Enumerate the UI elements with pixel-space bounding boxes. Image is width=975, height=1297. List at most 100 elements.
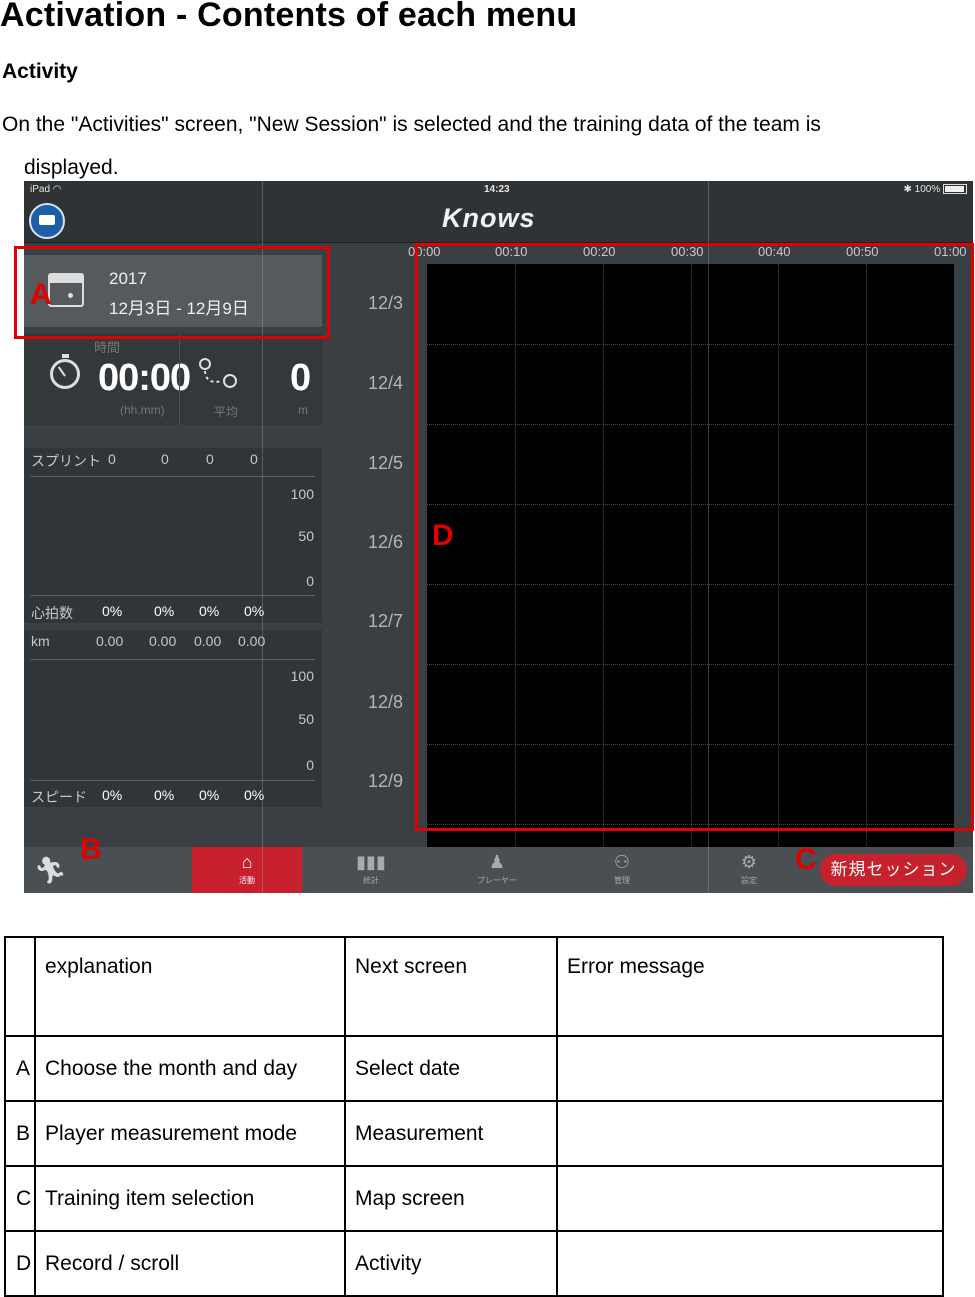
row-label: 12/3 <box>368 293 404 313</box>
axis-tick: 50 <box>298 711 314 727</box>
nav-bar: Knows <box>24 199 973 243</box>
tab-label: 管理 <box>614 876 630 885</box>
header-cell <box>4 936 36 1037</box>
intro-line-1: On the "Activities" screen, "New Session… <box>2 113 821 136</box>
heart-rate-value: 0% <box>102 603 123 619</box>
distance-value: 0 <box>290 357 312 399</box>
header-cell: Error message <box>556 936 944 1037</box>
row-next-screen: Map screen <box>344 1165 558 1232</box>
row-error-message <box>556 1230 944 1297</box>
tab-activity[interactable]: ⌂ 活動 <box>192 847 302 893</box>
row-key: A <box>4 1035 36 1102</box>
axis-tick: 0 <box>306 757 314 773</box>
tab-label: プレーヤー <box>477 876 517 885</box>
summary-stats: 時間 00:00 (hh.mm) 平均 0 m <box>24 333 322 425</box>
tab-label: 設定 <box>741 876 757 885</box>
callout-label-b: B <box>80 833 102 866</box>
row-next-screen: Measurement <box>344 1100 558 1167</box>
tab-settings[interactable]: ⚙ 設定 <box>694 847 804 893</box>
row-label: 12/9 <box>368 771 404 791</box>
row-error-message <box>556 1165 944 1232</box>
sprint-value: 0 <box>206 451 214 467</box>
heart-rate-label: 心拍数 <box>31 605 73 621</box>
row-label: 12/7 <box>368 611 404 631</box>
row-label: 12/5 <box>368 453 404 473</box>
intro-paragraph: On the "Activities" screen, "New Session… <box>2 103 962 189</box>
battery-status: ✱ 100% <box>903 184 967 195</box>
row-key: D <box>4 1230 36 1297</box>
panel-divider <box>31 595 315 596</box>
bar-chart-icon: ▮▮▮ <box>356 852 386 872</box>
km-value: 0.00 <box>149 633 177 649</box>
row-explanation: Training item selection <box>34 1165 346 1232</box>
status-bar: iPad ◠ 14:23 ✱ 100% <box>24 181 973 199</box>
panel-divider <box>31 659 315 660</box>
gear-icon: ⚙ <box>740 852 758 872</box>
row-explanation: Player measurement mode <box>34 1100 346 1167</box>
axis-tick: 0 <box>306 573 314 589</box>
sprint-value: 0 <box>108 451 116 467</box>
table-row: D Record / scroll Activity <box>4 1230 944 1297</box>
table-header-row: explanation Next screen Error message <box>4 936 944 1037</box>
status-time: 14:23 <box>484 184 510 195</box>
row-key: B <box>4 1100 36 1167</box>
table-row: A Choose the month and day Select date <box>4 1035 944 1102</box>
tab-label: 統計 <box>363 876 379 885</box>
runner-icon[interactable]: 🏃︎ <box>34 855 67 886</box>
row-key: C <box>4 1165 36 1232</box>
menu-table: explanation Next screen Error message A … <box>4 936 944 1297</box>
callout-label-a: A <box>30 278 52 311</box>
row-next-screen: Activity <box>344 1230 558 1297</box>
axis-tick: 50 <box>298 528 314 544</box>
stats-divider <box>179 333 180 425</box>
tab-player[interactable]: ♟ プレーヤー <box>442 847 552 893</box>
time-unit: (hh.mm) <box>120 403 165 417</box>
km-panel: km 0.00 0.00 0.00 0.00 100 50 0 スピード 0% … <box>24 630 322 807</box>
km-value: 0.00 <box>194 633 222 649</box>
callout-box-d <box>415 243 974 831</box>
tab-team[interactable]: ⚇ 管理 <box>567 847 677 893</box>
header-cell: explanation <box>34 936 346 1037</box>
speed-value: 0% <box>199 787 220 803</box>
sprint-value: 0 <box>161 451 169 467</box>
row-error-message <box>556 1100 944 1167</box>
speed-value: 0% <box>102 787 123 803</box>
row-label: 12/8 <box>368 692 404 712</box>
axis-tick: 100 <box>290 486 314 502</box>
tab-bar: 🏃︎ ⌂ 活動 ▮▮▮ 統計 ♟ プレーヤー ⚇ 管理 ⚙ 設定 新規セッション <box>24 847 973 893</box>
heart-rate-value: 0% <box>154 603 175 619</box>
date-row-labels: 12/3 12/4 12/5 12/6 12/7 12/8 12/9 <box>362 245 422 865</box>
wifi-icon: ◠ <box>52 184 62 195</box>
panel-divider <box>31 780 315 781</box>
callout-label-c: C <box>795 843 817 876</box>
team-icon: ⚇ <box>613 852 631 872</box>
row-error-message <box>556 1035 944 1102</box>
player-icon: ♟ <box>488 852 506 872</box>
sprint-value: 0 <box>250 451 258 467</box>
bluetooth-icon: ✱ <box>903 184 912 195</box>
row-next-screen: Select date <box>344 1035 558 1102</box>
time-value: 00:00 <box>98 357 191 399</box>
heart-rate-value: 0% <box>199 603 220 619</box>
table-row: B Player measurement mode Measurement <box>4 1100 944 1167</box>
team-logo-icon[interactable] <box>29 203 65 239</box>
km-value: 0.00 <box>96 633 124 649</box>
callout-label-d: D <box>432 519 454 552</box>
device-label: iPad ◠ <box>30 184 62 195</box>
km-label: km <box>31 633 50 649</box>
new-session-button[interactable]: 新規セッション <box>820 854 967 886</box>
brand-logo: Knows <box>442 203 536 233</box>
sprint-label: スプリント <box>31 453 101 469</box>
speed-value: 0% <box>154 787 175 803</box>
table-row: C Training item selection Map screen <box>4 1165 944 1232</box>
row-label: 12/6 <box>368 532 404 552</box>
row-explanation: Record / scroll <box>34 1230 346 1297</box>
speed-label: スピード <box>31 789 87 805</box>
callout-box-a <box>14 246 330 339</box>
tab-stats[interactable]: ▮▮▮ 統計 <box>316 847 426 893</box>
battery-icon <box>943 184 967 195</box>
axis-tick: 100 <box>290 668 314 684</box>
time-label: 時間 <box>94 340 121 355</box>
home-icon: ⌂ <box>241 852 253 872</box>
tab-label: 活動 <box>239 876 255 885</box>
